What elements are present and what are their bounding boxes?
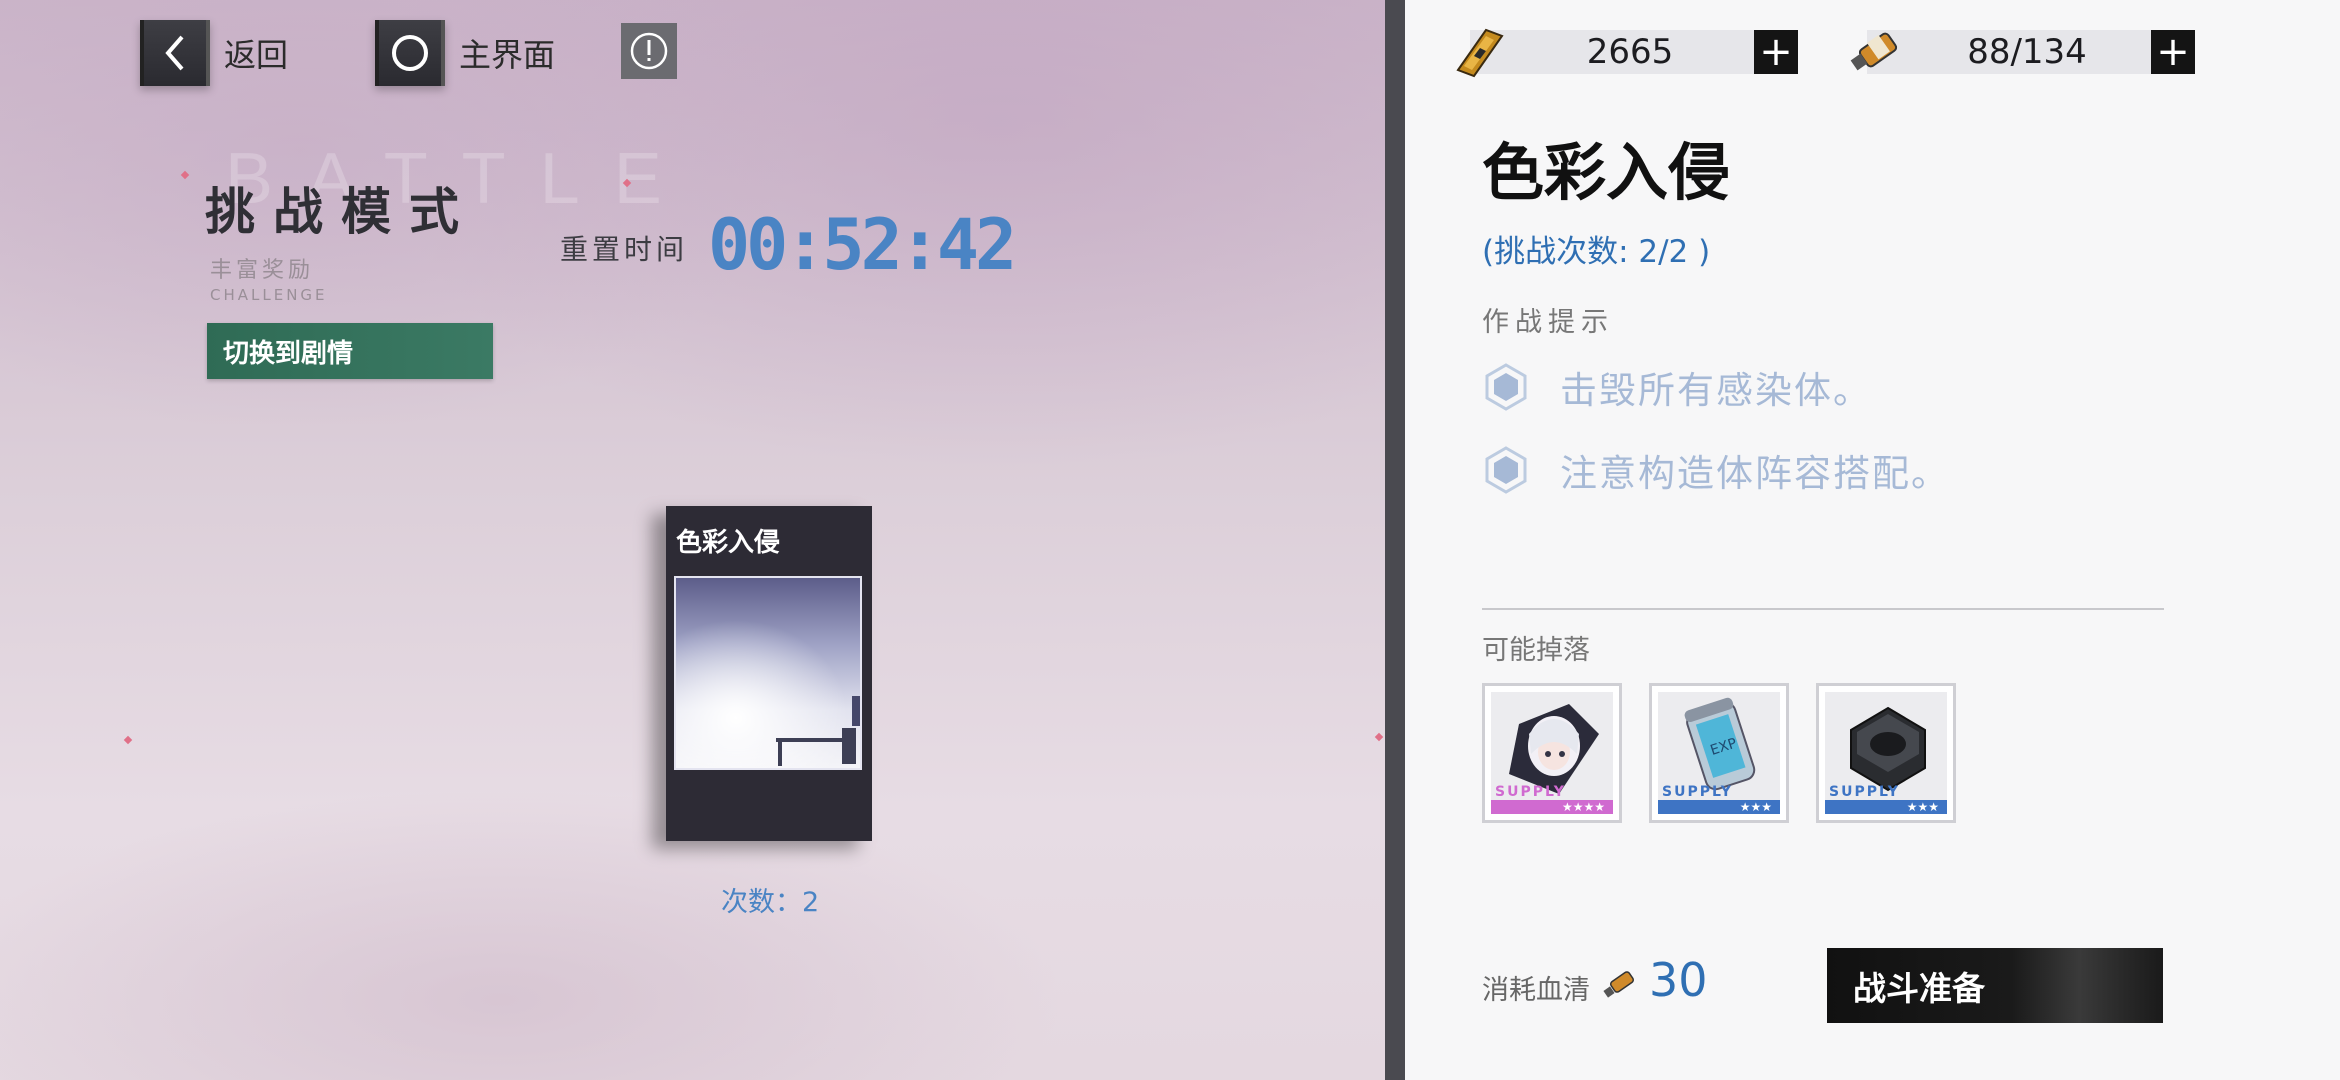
add-currency-button[interactable]: +	[1754, 30, 1798, 74]
back-arrow-icon	[140, 20, 210, 86]
hexagon-bullet-icon	[1485, 446, 1527, 494]
reset-countdown: 00:52:42	[708, 204, 1017, 286]
drop-supply-label: SUPPLY	[1829, 784, 1900, 800]
back-button[interactable]: 返回	[140, 20, 288, 86]
rarity-stars: ★★★	[1906, 800, 1939, 814]
home-circle-icon	[375, 20, 445, 86]
decor-dot	[180, 170, 190, 180]
challenge-panel: BATTLE 返回 主界面 挑战模式 丰富奖励 CHALLENGE 切换到剧情 …	[0, 0, 1385, 1080]
stage-attempt-count: 次数：2	[721, 887, 820, 918]
home-button[interactable]: 主界面	[375, 20, 555, 86]
drops-heading: 可能掉落	[1482, 635, 1590, 666]
currency-counter: 2665 +	[1450, 28, 1800, 78]
decor-dot	[1374, 732, 1384, 742]
mode-title: 挑战模式	[205, 183, 477, 241]
mode-subtitle: 丰富奖励	[210, 258, 315, 283]
back-label: 返回	[224, 36, 289, 74]
rarity-stars: ★★★	[1739, 800, 1772, 814]
panel-divider	[1385, 0, 1405, 1080]
mode-subtitle-en: CHALLENGE	[210, 286, 328, 304]
home-label: 主界面	[459, 36, 556, 74]
stage-card[interactable]: 色彩入侵	[666, 506, 872, 841]
reset-time-label: 重置时间	[560, 233, 689, 266]
stage-card-title: 色彩入侵	[676, 528, 781, 558]
drop-item[interactable]: SUPPLY ★★★	[1816, 683, 1956, 823]
exclamation-icon	[630, 32, 668, 70]
stage-name: 色彩入侵	[1482, 136, 1731, 209]
battle-prepare-button[interactable]: 战斗准备	[1827, 948, 2163, 1023]
hint-text: 击毁所有感染体。	[1560, 369, 1872, 412]
serum-cost-icon	[1603, 971, 1635, 998]
serum-counter: 88/134 +	[1847, 30, 2197, 74]
drop-supply-label: SUPPLY	[1662, 784, 1733, 800]
challenge-attempts: (挑战次数: 2/2 )	[1482, 234, 1711, 270]
hexagon-bullet-icon	[1485, 363, 1527, 411]
add-serum-button[interactable]: +	[2151, 30, 2195, 74]
hint-text: 注意构造体阵容搭配。	[1560, 452, 1950, 495]
hint-item: 击毁所有感染体。	[1484, 360, 1872, 414]
section-divider	[1482, 608, 2164, 610]
serum-cost-value: 30	[1649, 953, 1708, 1007]
serum-vial-icon	[1850, 32, 1898, 71]
hint-item: 注意构造体阵容搭配。	[1484, 443, 1950, 497]
serum-value: 88/134	[1967, 32, 2087, 72]
battle-hints-heading: 作战提示	[1482, 307, 1614, 338]
decor-dot	[123, 735, 133, 745]
battle-prepare-label: 战斗准备	[1853, 968, 1985, 1008]
drop-item[interactable]: SUPPLY ★★★★	[1482, 683, 1622, 823]
serum-cost-label: 消耗血清	[1482, 975, 1590, 1006]
drop-supply-label: SUPPLY	[1495, 784, 1566, 800]
rarity-stars: ★★★★	[1561, 800, 1605, 814]
gold-bar-icon	[1456, 28, 1504, 78]
info-button[interactable]	[621, 23, 677, 79]
currency-value: 2665	[1586, 32, 1674, 72]
switch-to-story-button[interactable]: 切换到剧情	[207, 323, 493, 379]
drop-item[interactable]: EXP SUPPLY ★★★	[1649, 683, 1789, 823]
stage-card-image	[674, 576, 862, 770]
